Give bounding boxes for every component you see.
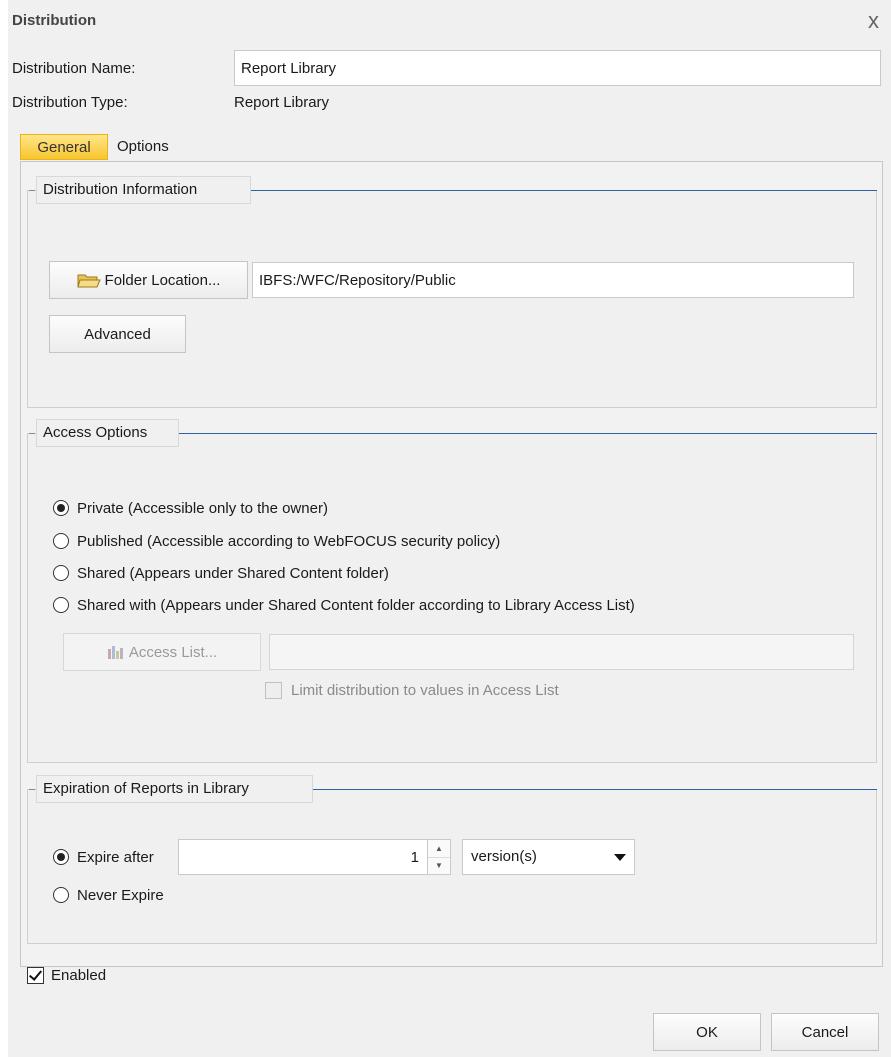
distribution-information-legend: Distribution Information xyxy=(36,176,251,204)
limit-distribution-label: Limit distribution to values in Access L… xyxy=(291,682,559,699)
distribution-dialog: Distribution x Distribution Name: Report… xyxy=(8,0,891,1057)
radio-private-row[interactable]: Private (Accessible only to the owner) xyxy=(53,497,328,519)
group-divider xyxy=(313,789,877,790)
expiration-legend: Expiration of Reports in Library xyxy=(36,775,313,803)
limit-distribution-checkbox[interactable] xyxy=(265,682,282,699)
advanced-button[interactable]: Advanced xyxy=(49,315,186,353)
radio-expire-after-row[interactable]: Expire after xyxy=(53,846,154,868)
cancel-button[interactable]: Cancel xyxy=(771,1013,879,1051)
folder-location-button[interactable]: Folder Location... xyxy=(49,261,248,299)
stepper-up-icon[interactable]: ▲ xyxy=(428,840,450,858)
access-list-label: Access List... xyxy=(128,643,218,661)
radio-never-expire[interactable] xyxy=(53,887,69,903)
expire-unit-value: version(s) xyxy=(471,848,537,865)
expire-count-input[interactable]: 1 xyxy=(178,839,428,875)
radio-never-expire-label: Never Expire xyxy=(77,886,164,904)
access-list-icon xyxy=(107,646,123,659)
radio-private-label: Private (Accessible only to the owner) xyxy=(77,499,328,517)
group-divider-dash xyxy=(29,433,35,434)
radio-shared-with-label: Shared with (Appears under Shared Conten… xyxy=(77,596,635,614)
folder-open-icon xyxy=(76,274,101,288)
expiration-group xyxy=(27,789,877,944)
access-list-button[interactable]: Access List... xyxy=(63,633,261,671)
distribution-type-value: Report Library xyxy=(234,94,330,111)
enabled-row[interactable]: Enabled xyxy=(27,967,106,984)
expire-unit-select[interactable]: version(s) xyxy=(462,839,635,875)
enabled-label: Enabled xyxy=(51,967,107,984)
tab-options[interactable]: Options xyxy=(111,134,175,160)
group-divider-dash xyxy=(29,190,35,191)
radio-published-label: Published (Accessible according to WebFO… xyxy=(77,532,501,550)
access-options-legend: Access Options xyxy=(36,419,179,447)
radio-expire-after[interactable] xyxy=(53,849,69,865)
distribution-type-label: Distribution Type: xyxy=(12,94,128,111)
group-divider xyxy=(179,433,877,434)
enabled-checkbox[interactable] xyxy=(27,967,44,984)
folder-path-input[interactable]: IBFS:/WFC/Repository/Public xyxy=(252,262,854,298)
radio-shared[interactable] xyxy=(53,565,69,581)
radio-expire-after-label: Expire after xyxy=(77,848,154,866)
title-bar: Distribution x xyxy=(8,0,891,40)
distribution-information-group xyxy=(27,190,877,408)
expire-count-stepper[interactable]: ▲ ▼ xyxy=(427,839,451,875)
distribution-name-input[interactable]: Report Library xyxy=(234,50,881,86)
radio-private[interactable] xyxy=(53,500,69,516)
dialog-title: Distribution xyxy=(12,12,97,29)
close-icon[interactable]: x xyxy=(868,10,879,32)
radio-never-expire-row[interactable]: Never Expire xyxy=(53,884,164,906)
radio-published[interactable] xyxy=(53,533,69,549)
distribution-name-label: Distribution Name: xyxy=(12,60,136,77)
limit-distribution-row[interactable]: Limit distribution to values in Access L… xyxy=(265,682,559,699)
radio-published-row[interactable]: Published (Accessible according to WebFO… xyxy=(53,530,500,552)
access-list-input[interactable] xyxy=(269,634,854,670)
radio-shared-label: Shared (Appears under Shared Content fol… xyxy=(77,564,389,582)
tab-general[interactable]: General xyxy=(20,134,108,160)
ok-button[interactable]: OK xyxy=(653,1013,761,1051)
radio-shared-with[interactable] xyxy=(53,597,69,613)
folder-location-label: Folder Location... xyxy=(104,271,221,289)
group-divider xyxy=(251,190,877,191)
radio-shared-with-row[interactable]: Shared with (Appears under Shared Conten… xyxy=(53,594,635,616)
chevron-down-icon[interactable] xyxy=(606,840,634,874)
radio-shared-row[interactable]: Shared (Appears under Shared Content fol… xyxy=(53,562,389,584)
group-divider-dash xyxy=(29,789,35,790)
stepper-down-icon[interactable]: ▼ xyxy=(428,857,450,874)
